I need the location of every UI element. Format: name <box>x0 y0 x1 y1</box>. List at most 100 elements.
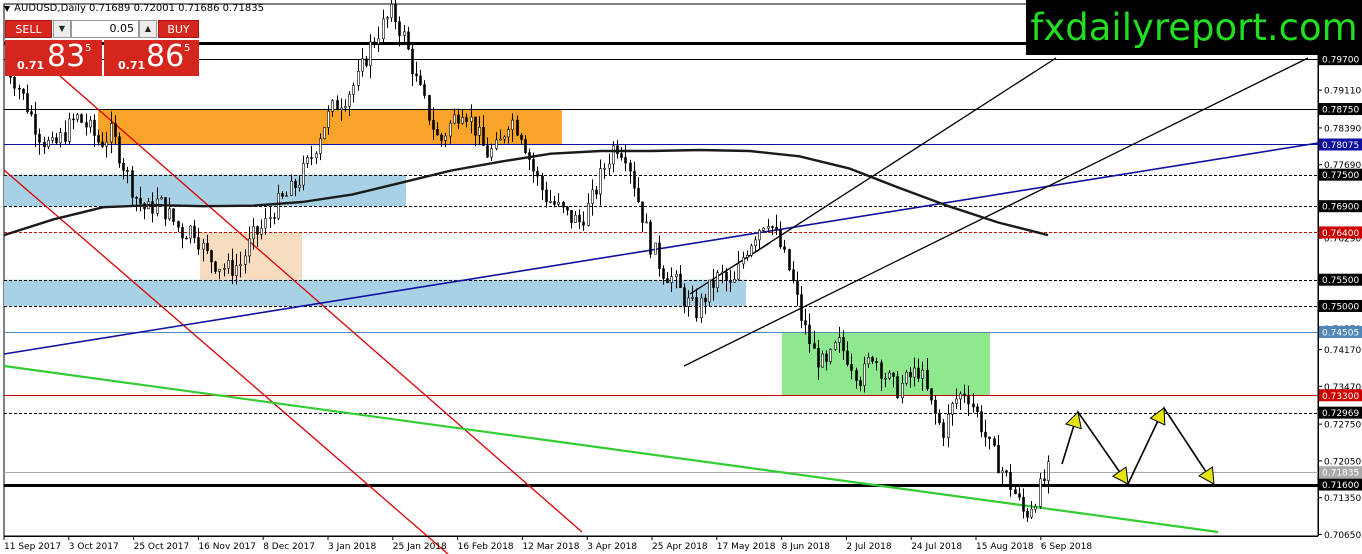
sell-price-pips: 83 <box>47 39 86 74</box>
candle <box>654 242 657 255</box>
lower-blue-zone <box>4 279 746 306</box>
candle-body <box>68 118 71 142</box>
candle-body <box>185 237 188 240</box>
candle-body <box>616 145 619 154</box>
watermark-logo: fxdailyreport.com <box>1026 0 1362 55</box>
candle-body <box>1030 508 1033 518</box>
candle-body <box>461 117 464 124</box>
candle-body <box>310 157 313 159</box>
candle <box>788 248 791 272</box>
candle-body <box>926 369 929 389</box>
candle-body <box>762 227 765 231</box>
candle-body <box>905 371 908 384</box>
candle-body <box>248 238 251 257</box>
candle-body <box>193 225 196 238</box>
candle-body <box>38 133 41 143</box>
candle-body <box>97 135 100 143</box>
candle-body <box>474 116 477 136</box>
candle-body <box>976 406 979 412</box>
candle-body <box>197 237 200 250</box>
candle-body <box>214 261 217 272</box>
candle-body <box>524 139 527 153</box>
candle-body <box>59 132 62 144</box>
candle-body <box>700 297 703 319</box>
sell-button[interactable]: SELL <box>5 20 52 38</box>
candle-body <box>495 139 498 149</box>
candle-body <box>26 93 29 112</box>
candle-body <box>110 123 113 143</box>
y-tick-label: 0.79110 <box>1324 87 1361 97</box>
candle-body <box>365 58 368 66</box>
lot-size-input[interactable]: 0.05 <box>71 20 139 38</box>
x-tick-label: 11 Sep 2017 <box>4 542 61 552</box>
candle-body <box>361 58 364 72</box>
sell-price-prefix: 0.71 <box>17 59 45 72</box>
candle-body <box>377 38 380 45</box>
candle-body <box>85 122 88 128</box>
candle-body <box>357 70 360 86</box>
candle-body <box>855 370 858 381</box>
candle-body <box>913 367 916 378</box>
candle-body <box>683 287 686 307</box>
level-tag-label: 0.71835 <box>1322 469 1359 479</box>
price-chart[interactable]: 0.805100.791100.783900.776900.762900.745… <box>0 0 1362 554</box>
candle-body <box>34 113 37 135</box>
candle <box>834 340 837 351</box>
level-tag-label: 0.76400 <box>1322 229 1359 239</box>
candle-body <box>612 145 615 165</box>
candle-body <box>541 175 544 191</box>
candle-body <box>252 226 255 240</box>
buy-button[interactable]: BUY <box>158 20 199 38</box>
candle-body <box>1014 489 1017 495</box>
candle-body <box>716 272 719 289</box>
candle-body <box>591 189 594 204</box>
candle-body <box>1009 472 1012 490</box>
candle-body <box>444 135 447 141</box>
candle-body <box>440 134 443 141</box>
sell-price-fraction: 5 <box>85 43 92 54</box>
candle-body <box>436 129 439 136</box>
candle-body <box>352 85 355 95</box>
candle-body <box>139 197 142 204</box>
buy-price-box[interactable]: 0.71 86 5 <box>104 39 199 76</box>
candle-body <box>536 170 539 177</box>
candle-body <box>775 226 778 230</box>
candle <box>708 279 711 307</box>
candle-body <box>695 297 698 319</box>
candle <box>80 113 83 124</box>
candle-body <box>18 87 21 90</box>
candle-body <box>273 217 276 219</box>
arrow-down-icon: ▼ <box>58 24 66 33</box>
candle-body <box>838 337 841 343</box>
y-tick-label: 0.72050 <box>1324 457 1361 467</box>
sell-price-box[interactable]: 0.71 83 5 <box>5 39 102 76</box>
y-tick-label: 0.71350 <box>1324 494 1361 504</box>
candle-body <box>256 226 259 235</box>
candle-body <box>917 367 920 379</box>
candle-body <box>746 254 749 258</box>
candle-body <box>206 242 209 251</box>
candle-body <box>218 268 221 272</box>
x-tick-label: 3 Apr 2018 <box>587 542 637 552</box>
buy-price-pips: 86 <box>146 39 185 74</box>
candle-body <box>306 157 309 164</box>
candle-body <box>733 278 736 283</box>
candle-body <box>1026 511 1029 518</box>
candle-body <box>181 226 184 239</box>
x-tick-label: 3 Oct 2017 <box>69 542 119 552</box>
candle-body <box>842 337 845 352</box>
lot-decrease-button[interactable]: ▼ <box>53 20 71 38</box>
x-tick-label: 16 Nov 2017 <box>198 542 256 552</box>
candle-body <box>490 148 493 158</box>
candle <box>118 132 121 168</box>
lot-increase-button[interactable]: ▲ <box>139 20 157 38</box>
candle-body <box>574 214 577 223</box>
candle-body <box>189 225 192 239</box>
candle-body <box>896 376 899 398</box>
candle-body <box>327 111 330 128</box>
candle-body <box>788 249 791 271</box>
candle-body <box>988 436 991 439</box>
candle-body <box>331 100 334 112</box>
level-tag-label: 0.78750 <box>1322 106 1359 116</box>
candle-body <box>210 250 213 263</box>
